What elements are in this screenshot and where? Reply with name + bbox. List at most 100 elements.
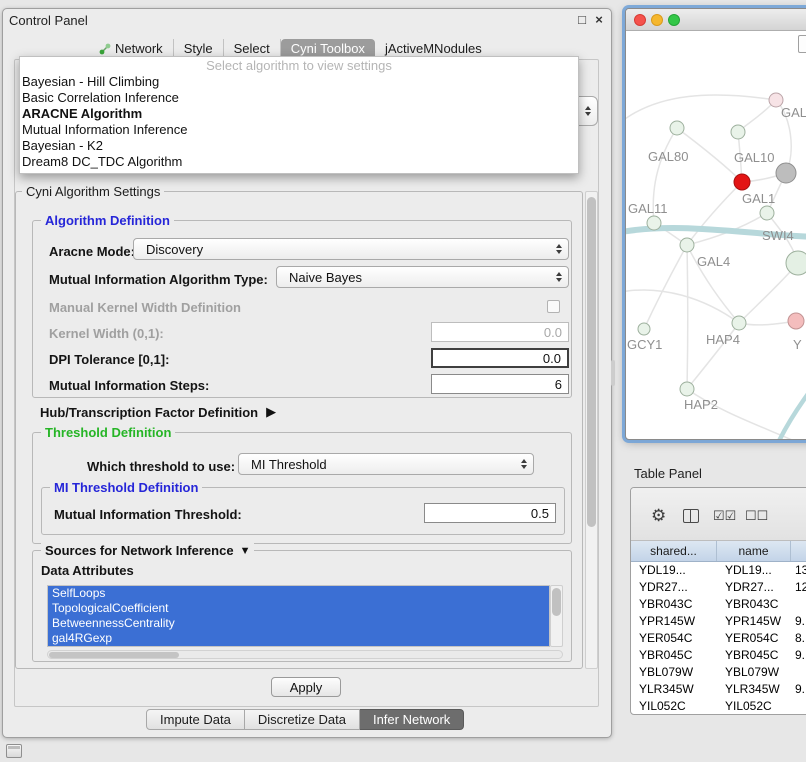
dropdown-option-aracne[interactable]: ARACNE Algorithm xyxy=(20,106,578,122)
cell-value: 9. xyxy=(791,681,806,698)
table-row[interactable]: YLR345W YLR345W 9. xyxy=(631,681,806,698)
columns-icon[interactable] xyxy=(683,509,699,523)
graph-node[interactable] xyxy=(647,216,661,230)
hub-definition-section[interactable]: Hub/Transcription Factor Definition ▶ xyxy=(40,404,276,420)
dropdown-option-bayesian-k2[interactable]: Bayesian - K2 xyxy=(20,138,578,154)
list-item-gal4rgexp[interactable]: gal4RGexp xyxy=(48,631,549,646)
table-row[interactable]: YIL052C YIL052C xyxy=(631,698,806,715)
minimize-traffic-light-icon[interactable] xyxy=(651,14,663,26)
graph-node-pink[interactable] xyxy=(788,313,804,329)
float-window-icon[interactable]: □ xyxy=(575,13,589,27)
bottom-tab-bar: Impute Data Discretize Data Infer Networ… xyxy=(146,709,464,730)
which-threshold-combobox[interactable]: MI Threshold xyxy=(238,453,534,475)
mi-steps-input[interactable]: 6 xyxy=(431,374,569,394)
mi-type-label: Mutual Information Algorithm Type: xyxy=(49,272,268,287)
column-header-shared-name[interactable]: shared... xyxy=(631,541,717,561)
kernel-width-label: Kernel Width (0,1): xyxy=(49,326,164,341)
attributes-list-vertical-scrollbar[interactable] xyxy=(550,585,563,647)
list-item-betweennesscentrality[interactable]: BetweennessCentrality xyxy=(48,616,549,631)
cell-name: YDR27... xyxy=(717,579,791,596)
node-label: GAL4 xyxy=(697,254,730,269)
control-panel-window: Control Panel □ × Network Style Select C… xyxy=(2,8,612,738)
graph-node[interactable] xyxy=(760,206,774,220)
mi-type-combobox[interactable]: Naive Bayes xyxy=(276,266,569,288)
zoom-traffic-light-icon[interactable] xyxy=(668,14,680,26)
settings-vertical-scrollbar[interactable] xyxy=(585,191,598,669)
graph-node[interactable] xyxy=(680,238,694,252)
table-row[interactable]: YBL079W YBL079W xyxy=(631,664,806,681)
attributes-list-horizontal-scrollbar[interactable] xyxy=(47,650,563,659)
collapsed-panel-icon[interactable] xyxy=(6,744,22,758)
dpi-tolerance-value: 0.0 xyxy=(543,351,561,366)
table-row[interactable]: YER054C YER054C 8. xyxy=(631,630,806,647)
network-icon xyxy=(99,43,111,55)
cell-value xyxy=(791,664,806,681)
gear-icon[interactable]: ⚙ xyxy=(651,507,666,524)
tab-infer-network-label: Infer Network xyxy=(373,712,450,727)
list-item-topologicalcoefficient[interactable]: TopologicalCoefficient xyxy=(48,601,549,616)
apply-button[interactable]: Apply xyxy=(271,677,341,697)
cell-name: YPR145W xyxy=(717,613,791,630)
mi-threshold-input[interactable]: 0.5 xyxy=(424,503,556,523)
cell-name: YBL079W xyxy=(717,664,791,681)
cell-shared-name: YER054C xyxy=(631,630,717,647)
data-attributes-label: Data Attributes xyxy=(41,563,134,578)
graph-node[interactable] xyxy=(786,251,806,275)
table-row[interactable]: YBR045C YBR045C 9. xyxy=(631,647,806,664)
graph-node-selected-red[interactable] xyxy=(734,174,750,190)
mi-threshold-definition-title: MI Threshold Definition xyxy=(50,480,202,495)
graph-node-gray[interactable] xyxy=(776,163,796,183)
graph-node[interactable] xyxy=(732,316,746,330)
mi-steps-label: Mutual Information Steps: xyxy=(49,378,209,393)
dpi-tolerance-label: DPI Tolerance [0,1]: xyxy=(49,352,169,367)
threshold-definition-title: Threshold Definition xyxy=(41,425,175,440)
graph-node[interactable] xyxy=(638,323,650,335)
dropdown-option-dream8[interactable]: Dream8 DC_TDC Algorithm xyxy=(20,154,578,170)
window-title: Control Panel xyxy=(9,13,88,28)
cell-shared-name: YBR043C xyxy=(631,596,717,613)
which-threshold-label: Which threshold to use: xyxy=(87,459,235,474)
table-toolbar: ⚙ ☑☑ ☐☐ xyxy=(631,488,806,541)
graph-nodes xyxy=(638,93,806,396)
graph-node[interactable] xyxy=(670,121,684,135)
combo-arrows-icon xyxy=(556,244,562,254)
cell-value: 9. xyxy=(791,613,806,630)
table-row[interactable]: YDL19... YDL19... 13 xyxy=(631,562,806,579)
graph-node[interactable] xyxy=(680,382,694,396)
which-threshold-value: MI Threshold xyxy=(251,457,327,472)
cell-shared-name: YBR045C xyxy=(631,647,717,664)
table-row[interactable]: YPR145W YPR145W 9. xyxy=(631,613,806,630)
table-row[interactable]: YDR27... YDR27... 12 xyxy=(631,579,806,596)
cell-name: YBR043C xyxy=(717,596,791,613)
select-all-checkboxes-icon[interactable]: ☑☑ xyxy=(713,507,736,524)
dpi-tolerance-input[interactable]: 0.0 xyxy=(431,348,569,368)
dropdown-option-basic-correlation[interactable]: Basic Correlation Inference xyxy=(20,90,578,106)
deselect-all-checkboxes-icon[interactable]: ☐☐ xyxy=(745,507,768,524)
table-row[interactable]: YBR043C YBR043C xyxy=(631,596,806,613)
graph-node[interactable] xyxy=(731,125,745,139)
list-item-selfloops[interactable]: SelfLoops xyxy=(48,586,549,601)
column-header-partial[interactable] xyxy=(791,541,806,561)
node-label: GAL10 xyxy=(734,150,774,165)
tab-discretize-data[interactable]: Discretize Data xyxy=(245,709,360,730)
mi-threshold-definition-group: MI Threshold Definition Mutual Informati… xyxy=(41,487,565,535)
column-header-name[interactable]: name xyxy=(717,541,791,561)
aracne-mode-combobox[interactable]: Discovery xyxy=(133,238,569,260)
node-label: SWI4 xyxy=(762,228,794,243)
network-window-titlebar[interactable] xyxy=(626,9,806,31)
close-traffic-light-icon[interactable] xyxy=(634,14,646,26)
tab-infer-network[interactable]: Infer Network xyxy=(360,709,464,730)
dropdown-option-mutual-information[interactable]: Mutual Information Inference xyxy=(20,122,578,138)
table-body: YDL19... YDL19... 13 YDR27... YDR27... 1… xyxy=(631,562,806,714)
close-window-icon[interactable]: × xyxy=(592,13,606,27)
hub-definition-label: Hub/Transcription Factor Definition xyxy=(40,405,258,420)
tab-impute-data[interactable]: Impute Data xyxy=(146,709,245,730)
cell-name: YER054C xyxy=(717,630,791,647)
cell-value: 8. xyxy=(791,630,806,647)
cell-name: YLR345W xyxy=(717,681,791,698)
network-graph-canvas[interactable]: GAL GAL80 GAL10 GAL11 GAL1 SWI4 GAL4 GCY… xyxy=(626,31,806,440)
panel-splitter-handle[interactable] xyxy=(611,360,615,386)
sources-group-title-row[interactable]: Sources for Network Inference ▼ xyxy=(41,543,254,558)
data-attributes-list: SelfLoops TopologicalCoefficient Between… xyxy=(47,585,550,647)
dropdown-option-bayesian-hill[interactable]: Bayesian - Hill Climbing xyxy=(20,74,578,90)
